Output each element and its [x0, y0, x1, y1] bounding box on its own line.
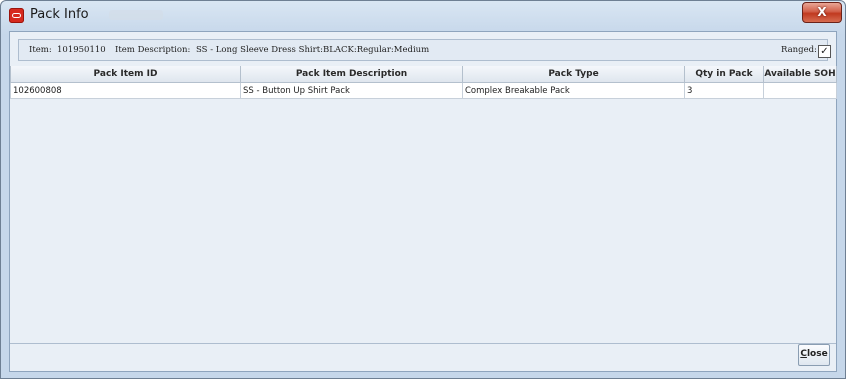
pack-table-area: Pack Item ID Pack Item Description Pack …	[10, 66, 837, 342]
item-info-bar: Item: 101950110 Item Description: SS - L…	[18, 39, 831, 61]
oracle-app-icon	[9, 8, 24, 23]
pack-table: Pack Item ID Pack Item Description Pack …	[10, 66, 837, 99]
column-header-pack-item-description[interactable]: Pack Item Description	[240, 66, 463, 83]
window-title: Pack Info	[30, 7, 89, 22]
footer-divider	[10, 343, 836, 344]
table-header-row: Pack Item ID Pack Item Description Pack …	[10, 66, 837, 83]
pack-info-window: Pack Info X Item: 101950110 Item Descrip…	[0, 0, 846, 379]
cell-pack-item-description[interactable]: SS - Button Up Shirt Pack	[240, 82, 463, 99]
column-header-available-soh[interactable]: Available SOH	[763, 66, 837, 83]
item-description-value: SS - Long Sleeve Dress Shirt:BLACK:Regul…	[196, 45, 430, 55]
dialog-content: Item: 101950110 Item Description: SS - L…	[9, 31, 837, 372]
close-button-label: lose	[806, 349, 828, 359]
item-value: 101950110	[57, 45, 106, 55]
item-label: Item:	[29, 45, 52, 55]
title-bar[interactable]: Pack Info X	[1, 1, 845, 31]
ranged-label: Ranged:	[781, 45, 817, 55]
column-header-qty-in-pack[interactable]: Qty in Pack	[684, 66, 764, 83]
close-icon[interactable]: X	[802, 2, 842, 23]
close-button-mnemonic: C	[800, 349, 807, 359]
column-header-pack-type[interactable]: Pack Type	[462, 66, 685, 83]
column-header-pack-item-id[interactable]: Pack Item ID	[10, 66, 241, 83]
title-blur	[109, 10, 163, 20]
table-row[interactable]: 102600808 SS - Button Up Shirt Pack Comp…	[10, 82, 837, 99]
ranged-checkbox[interactable]: ✓	[818, 45, 831, 58]
cell-qty-in-pack[interactable]: 3	[684, 82, 764, 99]
close-button[interactable]: Close	[798, 344, 830, 366]
cell-available-soh[interactable]	[763, 82, 837, 99]
item-description-label: Item Description:	[115, 45, 191, 55]
cell-pack-type[interactable]: Complex Breakable Pack	[462, 82, 685, 99]
cell-pack-item-id[interactable]: 102600808	[10, 82, 241, 99]
